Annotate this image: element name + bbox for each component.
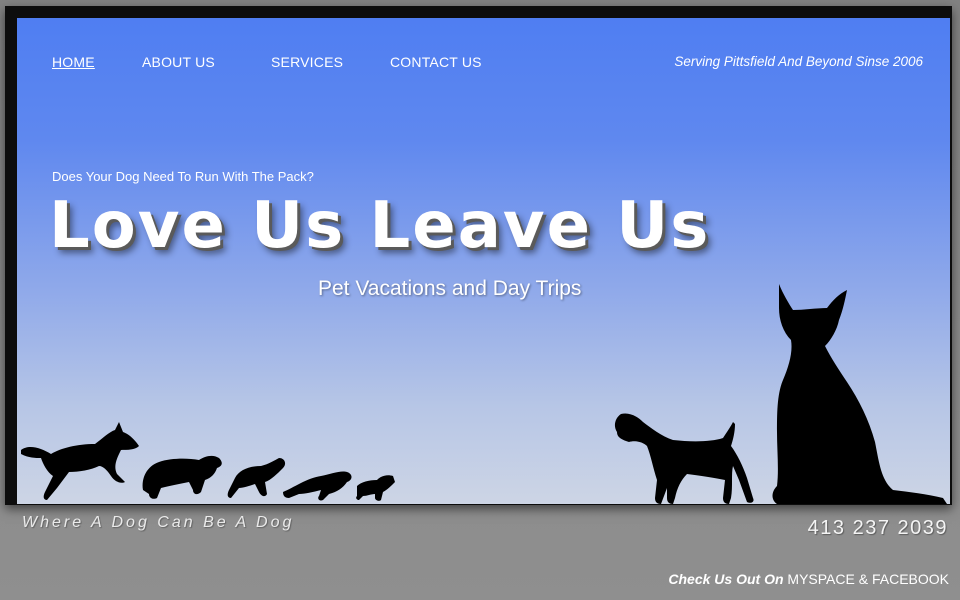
dog-silhouettes-illustration (21, 284, 947, 504)
myspace-link[interactable]: MYSPACE (787, 571, 854, 587)
facebook-link[interactable]: FACEBOOK (872, 571, 949, 587)
running-dog-silhouette-2 (142, 455, 222, 499)
page: HOME ABOUT US SERVICES CONTACT US Servin… (0, 0, 960, 600)
running-dog-silhouette-1 (21, 422, 139, 500)
footer-tagline: Where A Dog Can Be A Dog (22, 514, 295, 531)
phone-number: 413 237 2039 (807, 517, 948, 539)
sitting-shepherd-silhouette (772, 284, 947, 504)
standing-dog-silhouette (614, 413, 754, 504)
running-dog-silhouette-5 (356, 475, 395, 501)
social-links: Check Us Out On MYSPACE & FACEBOOK (668, 571, 949, 587)
social-separator: & (858, 571, 869, 587)
running-dog-silhouette-3 (227, 458, 286, 498)
social-prefix-text: Check Us Out On (668, 571, 784, 587)
running-dog-silhouette-4 (283, 471, 352, 501)
hero-banner: HOME ABOUT US SERVICES CONTACT US Servin… (17, 18, 950, 504)
hero-frame: HOME ABOUT US SERVICES CONTACT US Servin… (5, 6, 952, 505)
